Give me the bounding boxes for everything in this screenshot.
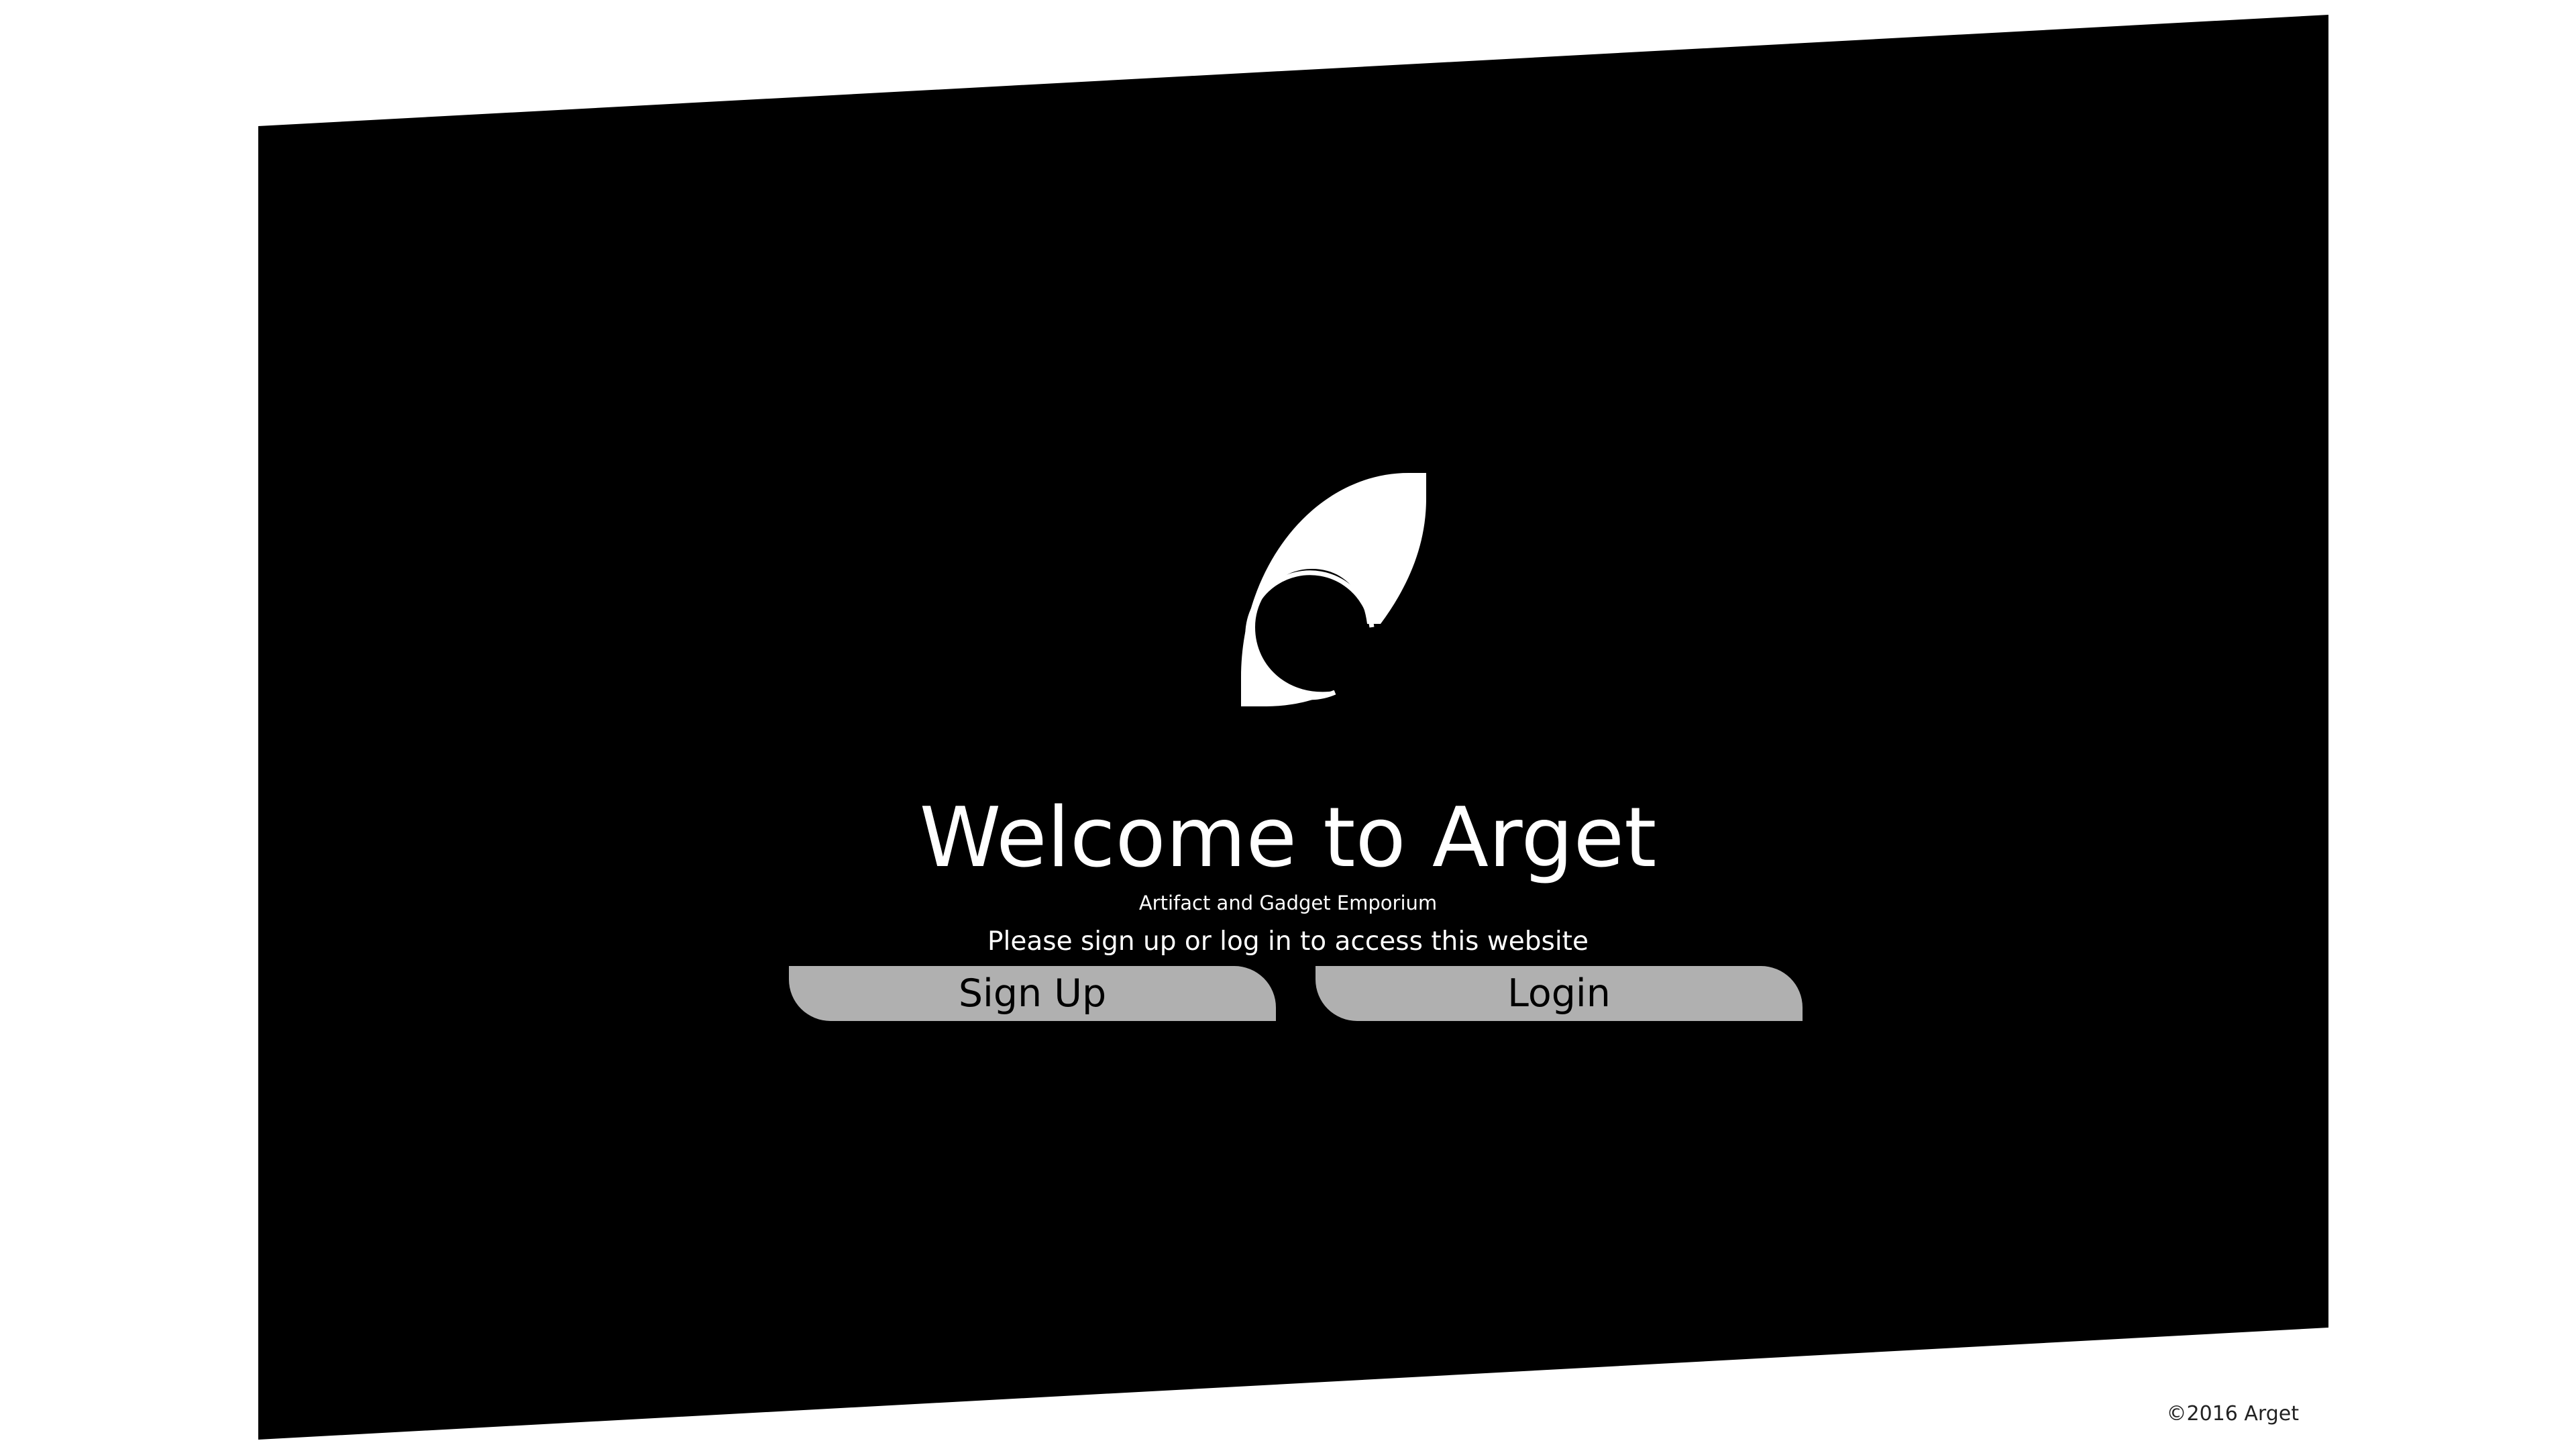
arget-logo-icon xyxy=(1241,473,1426,706)
page-title: Welcome to Arget xyxy=(919,790,1657,886)
access-instructions: Please sign up or log in to access this … xyxy=(987,926,1589,957)
landing-page: Welcome to Arget Artifact and Gadget Emp… xyxy=(0,0,2576,1449)
copyright-footer: ©2016 Arget xyxy=(2166,1402,2299,1426)
sign-up-button[interactable]: Sign Up xyxy=(789,966,1276,1021)
login-button[interactable]: Login xyxy=(1316,966,1803,1021)
page-subtitle: Artifact and Gadget Emporium xyxy=(1138,892,1438,914)
